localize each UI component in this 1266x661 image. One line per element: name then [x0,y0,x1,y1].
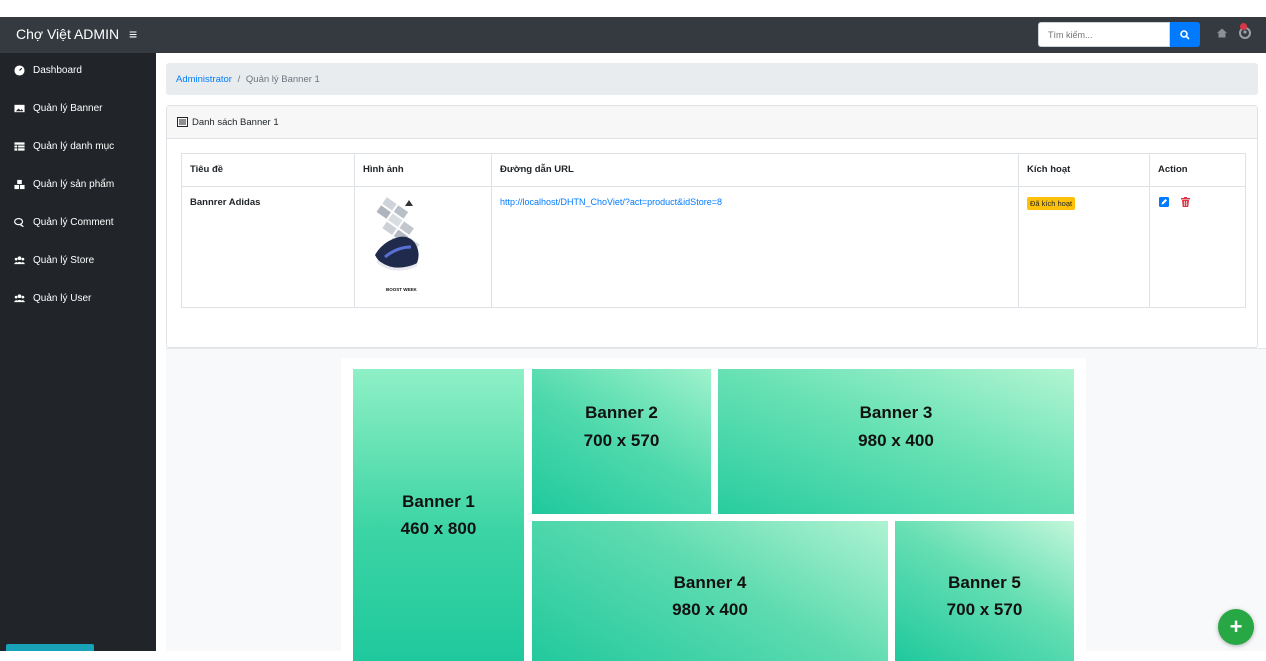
column-header-title[interactable]: Tiêu đề [181,153,355,187]
sidebar-item-label: Dashboard [33,65,82,76]
banner-status-cell: Đã kích hoạt [1018,186,1150,308]
top-navbar: Chợ Việt ADMIN ≡ [0,17,1266,53]
sidebar-item-comment[interactable]: Quản lý Comment [14,217,114,228]
banner-layout-image: Banner 1 460 x 800 Banner 2 700 x 570 Ba… [341,358,1086,661]
banner-title-cell: Bannrer Adidas [181,186,355,308]
table-row: Bannrer Adidas BOOST WEEK http://localho… [181,186,1246,308]
notification-badge [1240,23,1247,30]
sidebar-footer [6,644,94,651]
banner-2-size: 700 x 570 [583,430,660,450]
users-icon [14,294,25,303]
sidebar-item-store[interactable]: Quản lý Store [14,255,94,266]
sidebar-item-label: Quản lý sản phẩm [33,179,115,190]
image-icon [14,104,25,113]
cubes-icon [14,179,25,190]
breadcrumb-root[interactable]: Administrator [176,74,232,85]
main-content: Administrator / Quản lý Banner 1 Danh sá… [156,53,1266,661]
banner-5-name: Banner 5 [948,572,1021,592]
sidebar-item-label: Quản lý Store [33,255,95,266]
shoe-image [363,197,429,297]
image-caption: BOOST WEEK [386,287,417,292]
trash-icon [1180,197,1190,207]
edit-icon [1159,197,1169,207]
banner-3-slot: Banner 3 980 x 400 [718,369,1074,514]
banner-url-cell[interactable]: http://localhost/DHTN_ChoViet/?act=produ… [491,186,1019,308]
sidebar-item-label: Quản lý Banner [33,103,103,114]
breadcrumb-current: Quản lý Banner 1 [245,74,320,85]
hamburger-icon[interactable]: ≡ [129,26,137,42]
search-button[interactable] [1170,22,1200,47]
banner-4-slot: Banner 4 980 x 400 [532,521,888,661]
banner-2-slot: Banner 2 700 x 570 [532,369,711,514]
sidebar-item-label: Quản lý Comment [33,217,114,228]
banner-action-cell [1149,186,1246,308]
banner-5-slot: Banner 5 700 x 570 [895,521,1074,661]
table-icon [14,142,25,151]
users-icon [14,256,25,265]
breadcrumb: Administrator / Quản lý Banner 1 [166,63,1258,95]
banner-3-name: Banner 3 [859,403,933,423]
column-header-action[interactable]: Action [1149,153,1246,187]
add-banner-button[interactable]: + [1218,609,1254,645]
sidebar-item-user[interactable]: Quản lý User [14,293,91,304]
brand[interactable]: Chợ Việt ADMIN ≡ [16,26,137,42]
card-title: Danh sách Banner 1 [192,116,279,128]
sidebar-item-banner[interactable]: Quản lý Banner [14,103,103,114]
banner-4-size: 980 x 400 [672,600,748,619]
comments-icon [14,217,25,228]
banner-layout-preview: Banner 1 460 x 800 Banner 2 700 x 570 Ba… [166,348,1266,661]
tachometer-icon [14,65,25,76]
banner-table: Tiêu đề Hình ảnh Đường dẫn URL Kích hoạt… [181,153,1246,308]
status-badge: Đã kích hoạt [1027,197,1076,210]
banner-2-name: Banner 2 [585,403,658,423]
banner-1-slot: Banner 1 460 x 800 [353,369,524,661]
search-icon [1180,29,1190,40]
banner-image-cell: BOOST WEEK [354,186,492,308]
banner-4-name: Banner 4 [673,572,747,592]
card-header: Danh sách Banner 1 [167,106,1257,139]
column-header-active[interactable]: Kích hoạt [1018,153,1150,187]
search-input[interactable] [1038,22,1170,47]
sidebar-item-label: Quản lý User [33,293,92,304]
column-header-image[interactable]: Hình ảnh [354,153,492,187]
brand-title[interactable]: Chợ Việt ADMIN [16,26,119,42]
home-icon[interactable] [1216,26,1228,42]
column-header-url[interactable]: Đường dẫn URL [491,153,1019,187]
edit-button[interactable] [1159,197,1169,210]
banner-list-card: Danh sách Banner 1 Tiêu đề Hình ảnh Đườn… [166,105,1258,348]
sidebar-item-label: Quản lý danh mục [33,141,115,152]
sidebar-item-dashboard[interactable]: Dashboard [14,65,82,76]
banner-5-size: 700 x 570 [946,600,1023,619]
list-icon [177,117,188,127]
sidebar: Dashboard Quản lý Banner Quản lý danh mụ… [0,53,156,651]
plus-icon: + [1229,614,1243,639]
breadcrumb-separator: / [237,74,241,85]
delete-button[interactable] [1180,197,1190,210]
table-header-row: Tiêu đề Hình ảnh Đường dẫn URL Kích hoạt… [181,153,1246,187]
banner-3-size: 980 x 400 [858,430,934,450]
banner-thumbnail[interactable]: BOOST WEEK [363,197,429,297]
banner-1-name: Banner 1 [402,491,475,511]
sidebar-item-product[interactable]: Quản lý sản phẩm [14,179,114,190]
banner-1-size: 460 x 800 [400,519,477,538]
sidebar-item-category[interactable]: Quản lý danh mục [14,141,114,152]
